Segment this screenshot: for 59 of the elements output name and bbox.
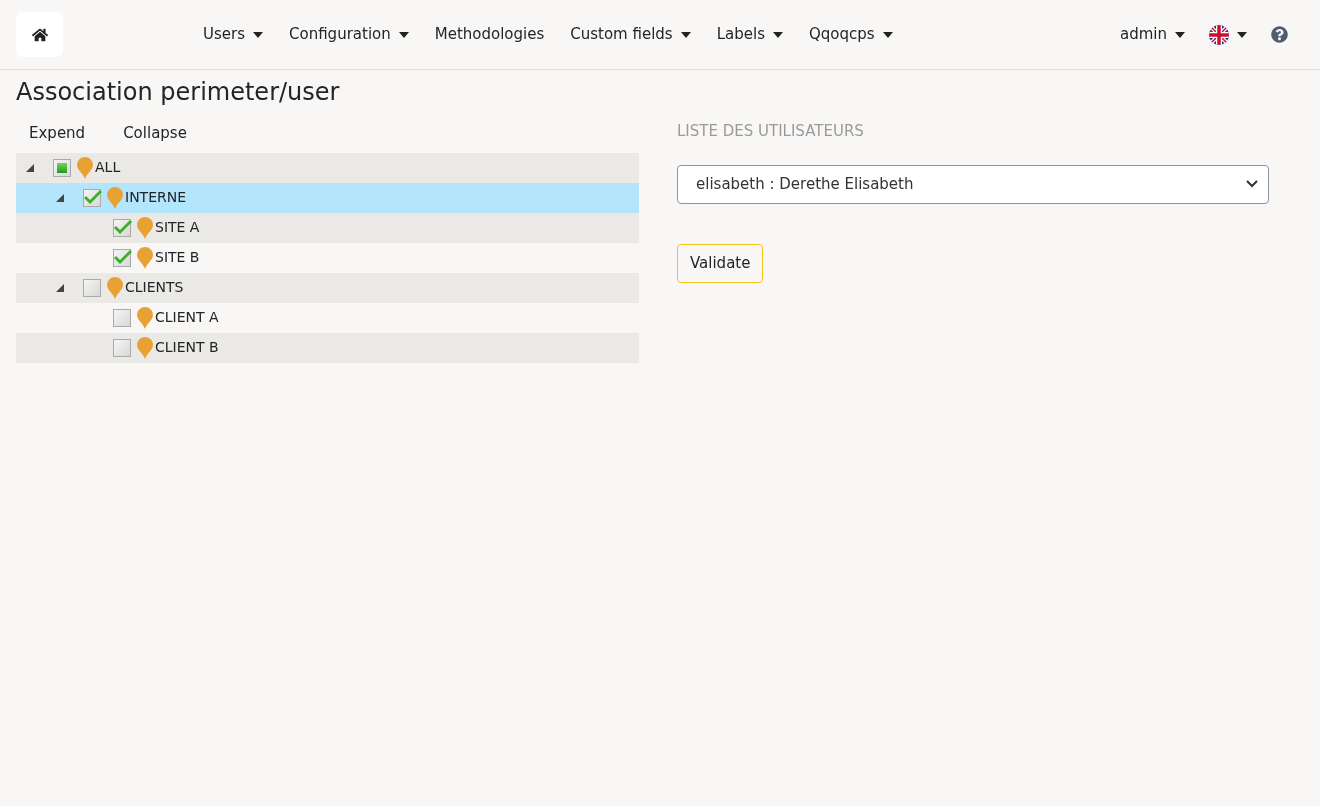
tree-row[interactable]: CLIENT A [16, 302, 639, 333]
tree-label: CLIENT A [155, 308, 219, 327]
user-menu[interactable]: admin [1120, 23, 1185, 46]
expander-icon[interactable] [56, 283, 64, 292]
nav-menu[interactable]: Custom fields [570, 23, 691, 46]
tree-label: SITE A [155, 218, 200, 237]
caret-icon [1175, 31, 1185, 38]
map-pin-icon [107, 186, 123, 209]
tree-row[interactable]: SITE B [16, 242, 639, 273]
help-icon [1271, 26, 1288, 43]
map-pin-icon [77, 156, 93, 179]
tree-row[interactable]: CLIENTS [16, 272, 639, 303]
nav-menu[interactable]: Labels [716, 23, 783, 46]
home-icon [31, 26, 48, 43]
map-pin-icon [107, 276, 123, 299]
map-pin-icon [137, 336, 153, 359]
tree-label: ALL [95, 158, 121, 177]
caret-icon [680, 31, 691, 38]
list-heading: LISTE DES UTILISATEURS [677, 121, 865, 142]
nav-menu[interactable]: Qqoqcps [808, 23, 893, 46]
map-pin-icon [137, 246, 153, 269]
flag-icon [1209, 24, 1229, 45]
language-menu[interactable] [1209, 24, 1247, 45]
tree-action-button[interactable]: Collapse [110, 120, 200, 147]
tree-row[interactable]: CLIENT B [16, 332, 639, 363]
caret-icon [398, 31, 409, 38]
map-pin-icon [137, 306, 153, 329]
tree-row[interactable]: ALL [16, 152, 639, 183]
checkbox[interactable] [113, 218, 131, 237]
tree-row[interactable]: SITE A [16, 212, 639, 243]
tree-row[interactable]: INTERNE [16, 182, 639, 213]
checkbox[interactable] [83, 278, 101, 297]
checkbox[interactable] [113, 338, 131, 357]
tree-label: CLIENTS [125, 278, 184, 297]
checkbox[interactable] [113, 308, 131, 327]
expander-icon[interactable] [26, 163, 34, 172]
chevron-down-icon [1246, 180, 1258, 188]
nav-menu[interactable]: Users [203, 23, 263, 46]
checkbox[interactable] [53, 158, 71, 177]
nav-menu[interactable]: Methodologies [434, 23, 545, 46]
tree-label: SITE B [155, 248, 200, 267]
expander-icon[interactable] [56, 193, 64, 202]
user-select[interactable]: elisabeth : Derethe Elisabeth [677, 164, 1269, 204]
checkbox[interactable] [113, 248, 131, 267]
nav-menu[interactable]: Configuration [289, 23, 409, 46]
checkbox[interactable] [83, 188, 101, 207]
caret-icon [253, 31, 263, 38]
validate-button[interactable]: Validate [677, 243, 764, 283]
map-pin-icon [137, 216, 153, 239]
home-button[interactable] [16, 12, 63, 57]
caret-icon [1237, 31, 1247, 38]
select-value: elisabeth : Derethe Elisabeth [696, 173, 914, 195]
help-button[interactable] [1271, 26, 1288, 43]
caret-icon [882, 31, 893, 38]
tree-action-button[interactable]: Expend [16, 120, 99, 147]
tree-label: CLIENT B [155, 338, 219, 357]
caret-icon [772, 31, 783, 38]
tree-label: INTERNE [125, 188, 187, 207]
page-title: Association perimeter/user [16, 77, 341, 108]
